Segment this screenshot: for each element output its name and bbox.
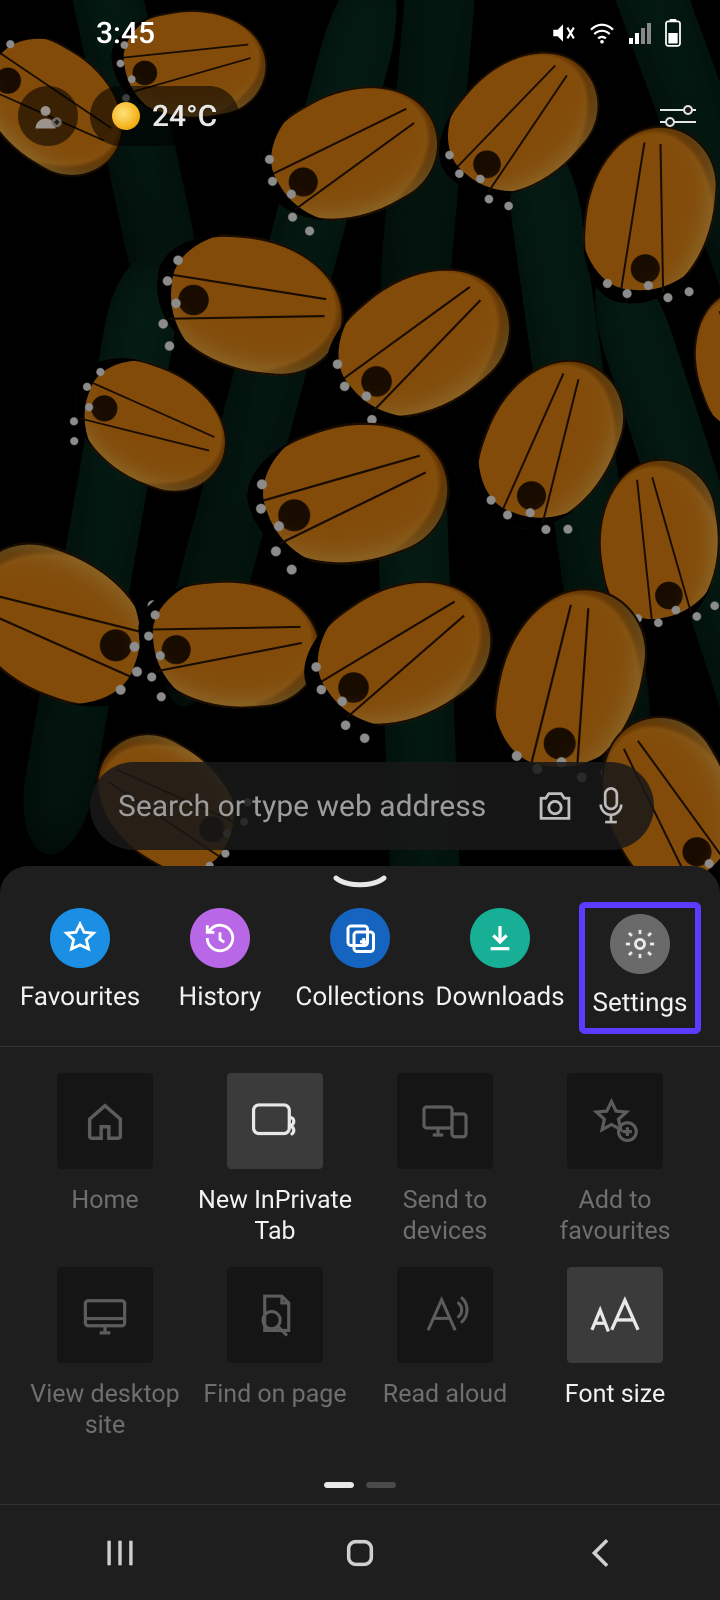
menu-downloads[interactable]: Downloads [436, 908, 564, 1024]
devices-icon [420, 1100, 470, 1142]
menu-label: Collections [295, 982, 424, 1012]
menu-settings[interactable]: Settings [576, 908, 704, 1024]
action-find-on-page[interactable]: Find on page [194, 1267, 356, 1455]
gear-icon [610, 914, 670, 974]
page-indicator [0, 1474, 720, 1504]
action-label: Home [71, 1185, 138, 1216]
find-icon [252, 1291, 298, 1339]
battery-icon [664, 19, 682, 47]
signal-icon [628, 22, 652, 44]
customize-feed-icon[interactable] [654, 92, 702, 140]
camera-search-icon[interactable] [536, 789, 574, 823]
sun-icon [112, 102, 140, 130]
action-label: New InPrivate Tab [194, 1185, 356, 1248]
menu-label: Downloads [435, 982, 564, 1012]
overflow-menu-sheet: Favourites History Collections Downloads [0, 866, 720, 1600]
menu-label: Favourites [20, 982, 140, 1012]
weather-chip[interactable]: 24°C [90, 86, 239, 146]
mute-icon [550, 20, 576, 46]
search-placeholder: Search or type web address [118, 789, 514, 824]
weather-temp: 24°C [152, 99, 217, 134]
action-send-to-devices[interactable]: Send to devices [364, 1073, 526, 1261]
system-nav-bar [0, 1504, 720, 1600]
sheet-grab-handle[interactable] [332, 874, 388, 890]
menu-label: Settings [593, 988, 688, 1018]
action-label: Send to devices [364, 1185, 526, 1248]
action-font-size[interactable]: Font size [534, 1267, 696, 1455]
action-label: Add to favourites [534, 1185, 696, 1248]
profile-chip[interactable] [18, 86, 78, 146]
action-add-to-favourites[interactable]: Add to favourites [534, 1073, 696, 1261]
action-label: Read aloud [383, 1379, 507, 1410]
download-icon [470, 908, 530, 968]
tutorial-highlight: Settings [579, 902, 702, 1034]
action-label: Find on page [203, 1379, 346, 1410]
menu-favourites[interactable]: Favourites [16, 908, 144, 1024]
history-icon [190, 908, 250, 968]
nav-home[interactable] [300, 1536, 420, 1570]
desktop-icon [80, 1293, 130, 1337]
star-plus-icon [590, 1098, 640, 1144]
action-label: Font size [565, 1379, 665, 1410]
star-icon [50, 908, 110, 968]
wifi-icon [588, 22, 616, 44]
action-new-inprivate-tab[interactable]: New InPrivate Tab [194, 1073, 356, 1261]
menu-history[interactable]: History [156, 908, 284, 1024]
collections-icon [330, 908, 390, 968]
nav-back[interactable] [540, 1536, 660, 1570]
voice-search-icon[interactable] [596, 787, 626, 825]
action-label: View desktop site [24, 1379, 186, 1442]
read-aloud-icon [421, 1293, 469, 1337]
nav-recents[interactable] [60, 1538, 180, 1568]
action-read-aloud[interactable]: Read aloud [364, 1267, 526, 1455]
menu-label: History [179, 982, 262, 1012]
status-bar: 3:45 [0, 0, 720, 66]
menu-collections[interactable]: Collections [296, 908, 424, 1024]
address-search-bar[interactable]: Search or type web address [90, 762, 654, 850]
status-time: 3:45 [96, 16, 155, 51]
action-view-desktop-site[interactable]: View desktop site [24, 1267, 186, 1455]
font-size-icon [587, 1293, 643, 1337]
action-home[interactable]: Home [24, 1073, 186, 1261]
home-icon [82, 1098, 128, 1144]
inprivate-icon [250, 1099, 300, 1143]
